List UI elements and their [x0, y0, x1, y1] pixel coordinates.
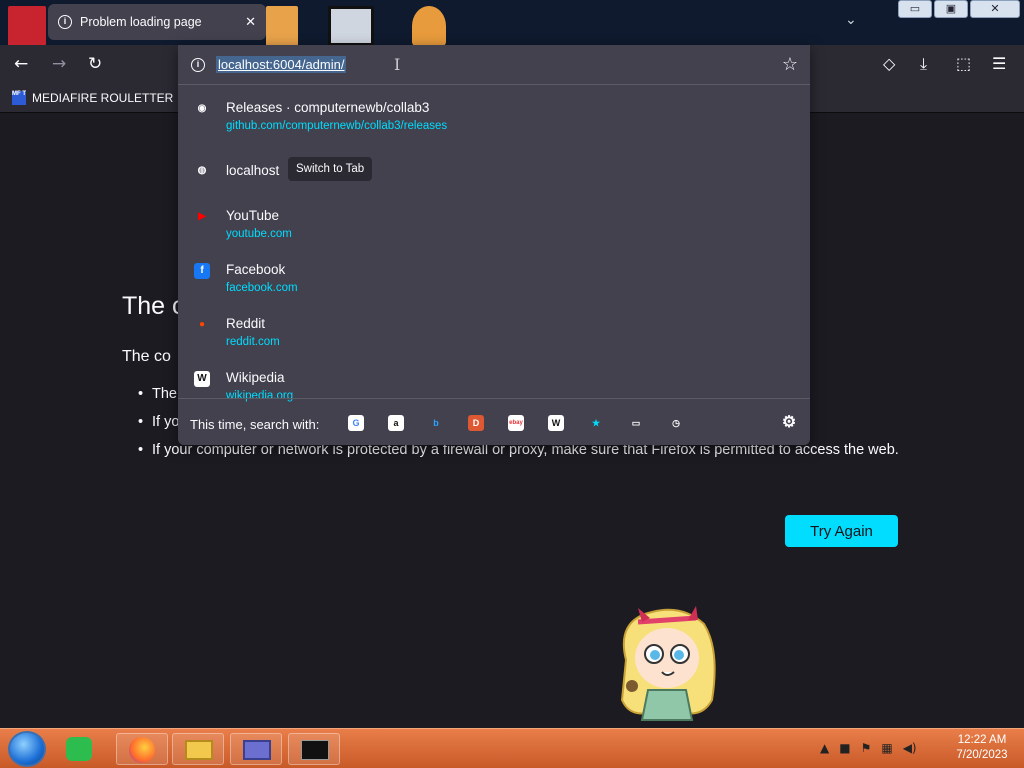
cartoon-character-image [620, 606, 716, 721]
tray-app-icon[interactable]: ■ [839, 741, 850, 755]
search-settings-icon[interactable]: ⚙ [781, 415, 797, 431]
maximize-button[interactable]: ▣ [934, 0, 968, 18]
reddit-icon: ● [194, 317, 210, 333]
github-icon: ◉ [194, 101, 210, 117]
url-result-3[interactable]: f Facebook facebook.com [178, 259, 810, 313]
google-icon[interactable]: G [348, 415, 364, 431]
system-tray: ▲ ■ ⚑ ▦ ◀) [820, 741, 917, 755]
globe-icon: ◍ [194, 163, 210, 179]
taskbar: ▲ ■ ⚑ ▦ ◀) 12:22 AM 7/20/2023 [0, 728, 1024, 768]
result-url: github.com/computernewb/collab3/releases [226, 120, 448, 132]
window-controls: ▭ ▣ ✕ [898, 0, 1020, 18]
youtube-icon: ▶ [194, 209, 210, 225]
thumbnail-3 [328, 6, 374, 45]
facebook-icon: f [194, 263, 210, 279]
back-button[interactable]: ← [14, 54, 28, 74]
file-explorer-icon[interactable] [172, 733, 224, 765]
tabs-icon[interactable]: ▭ [628, 415, 644, 431]
result-title: Wikipedia [226, 370, 285, 385]
result-title: localhost [226, 163, 280, 178]
result-title: Releases · computernewb/collab3 [226, 100, 430, 115]
result-title: Reddit [226, 316, 266, 331]
result-title: Facebook [226, 262, 286, 277]
reload-button[interactable]: ↻ [88, 54, 102, 74]
tray-expand-icon[interactable]: ▲ [820, 741, 829, 755]
thumbnail-firefox [8, 6, 46, 45]
url-dropdown: i localhost:6004/admin/ I ☆ ◉ Releases · … [178, 45, 810, 445]
result-title: YouTube [226, 208, 280, 223]
tab-title: Problem loading page [80, 15, 202, 29]
thumbnail-2 [266, 6, 298, 45]
terminal-icon[interactable] [288, 733, 340, 765]
volume-icon[interactable]: ◀) [903, 741, 917, 755]
info-icon: i [58, 15, 72, 29]
switch-to-tab-badge[interactable]: Switch to Tab [288, 157, 373, 181]
tab-strip: i Problem loading page ✕ ⌄ ▭ ▣ ✕ [0, 0, 1024, 45]
result-url: reddit.com [226, 336, 280, 348]
forward-button[interactable]: → [52, 54, 66, 74]
try-again-button[interactable]: Try Again [785, 515, 898, 547]
start-button[interactable] [8, 731, 46, 767]
history-icon[interactable]: ◷ [668, 415, 684, 431]
result-url: facebook.com [226, 282, 298, 294]
url-result-0[interactable]: ◉ Releases · computernewb/collab3 github.c… [178, 97, 810, 151]
clock[interactable]: 12:22 AM 7/20/2023 [952, 733, 1012, 763]
result-url: youtube.com [226, 228, 292, 240]
window-app-icon[interactable] [230, 733, 282, 765]
error-title: The c [122, 292, 185, 320]
clock-time: 12:22 AM [957, 734, 1007, 746]
menu-icon[interactable]: ☰ [992, 54, 1006, 73]
tab-close-button[interactable]: ✕ [245, 14, 256, 30]
url-result-2[interactable]: ▶ YouTube youtube.com [178, 205, 810, 259]
extensions-icon[interactable]: ⬚ [956, 54, 971, 73]
search-engine-row: This time, search with: Ga b Debay W ★ ▭ ◷ ⚙ [178, 398, 810, 445]
url-bar[interactable]: i localhost:6004/admin/ I ☆ [178, 45, 810, 85]
duckduckgo-icon[interactable]: D [468, 415, 484, 431]
error-intro: The co [122, 348, 171, 365]
bookmark-star-icon[interactable]: ☆ [782, 54, 798, 75]
firefox-taskbar-icon[interactable] [116, 733, 168, 765]
bing-icon[interactable]: b [428, 415, 444, 431]
close-window-button[interactable]: ✕ [970, 0, 1020, 18]
pocket-icon[interactable]: ◇ [883, 54, 895, 73]
url-result-4[interactable]: ● Reddit reddit.com [178, 313, 810, 367]
text-cursor-icon: I [394, 55, 401, 74]
flag-icon[interactable]: ⚑ [861, 741, 872, 755]
url-input[interactable]: localhost:6004/admin/ [216, 56, 347, 73]
active-tab[interactable]: i Problem loading page ✕ [48, 4, 266, 40]
wikipedia-icon: W [194, 371, 210, 387]
wikipedia-icon[interactable]: W [548, 415, 564, 431]
network-icon[interactable]: ▦ [881, 741, 892, 755]
tab-list-button[interactable]: ⌄ [845, 12, 857, 28]
ebay-icon[interactable]: ebay [508, 415, 524, 431]
mediafire-icon: MF T [12, 91, 26, 105]
thumbnail-avatar [412, 6, 446, 45]
downloads-icon[interactable]: ⤓ [920, 54, 927, 74]
site-info-icon[interactable]: i [191, 58, 205, 72]
amazon-icon[interactable]: a [388, 415, 404, 431]
bookmarks-icon[interactable]: ★ [588, 415, 604, 431]
chat-app-icon[interactable] [58, 733, 110, 765]
url-result-1[interactable]: ◍ localhost Switch to Tab [178, 151, 810, 205]
minimize-button[interactable]: ▭ [898, 0, 932, 18]
bookmark-mediafire[interactable]: MF T MEDIAFIRE ROULETTER [12, 91, 173, 105]
search-label: This time, search with: [190, 417, 320, 432]
clock-date: 7/20/2023 [956, 749, 1008, 761]
bookmark-label: MEDIAFIRE ROULETTER [32, 91, 174, 105]
